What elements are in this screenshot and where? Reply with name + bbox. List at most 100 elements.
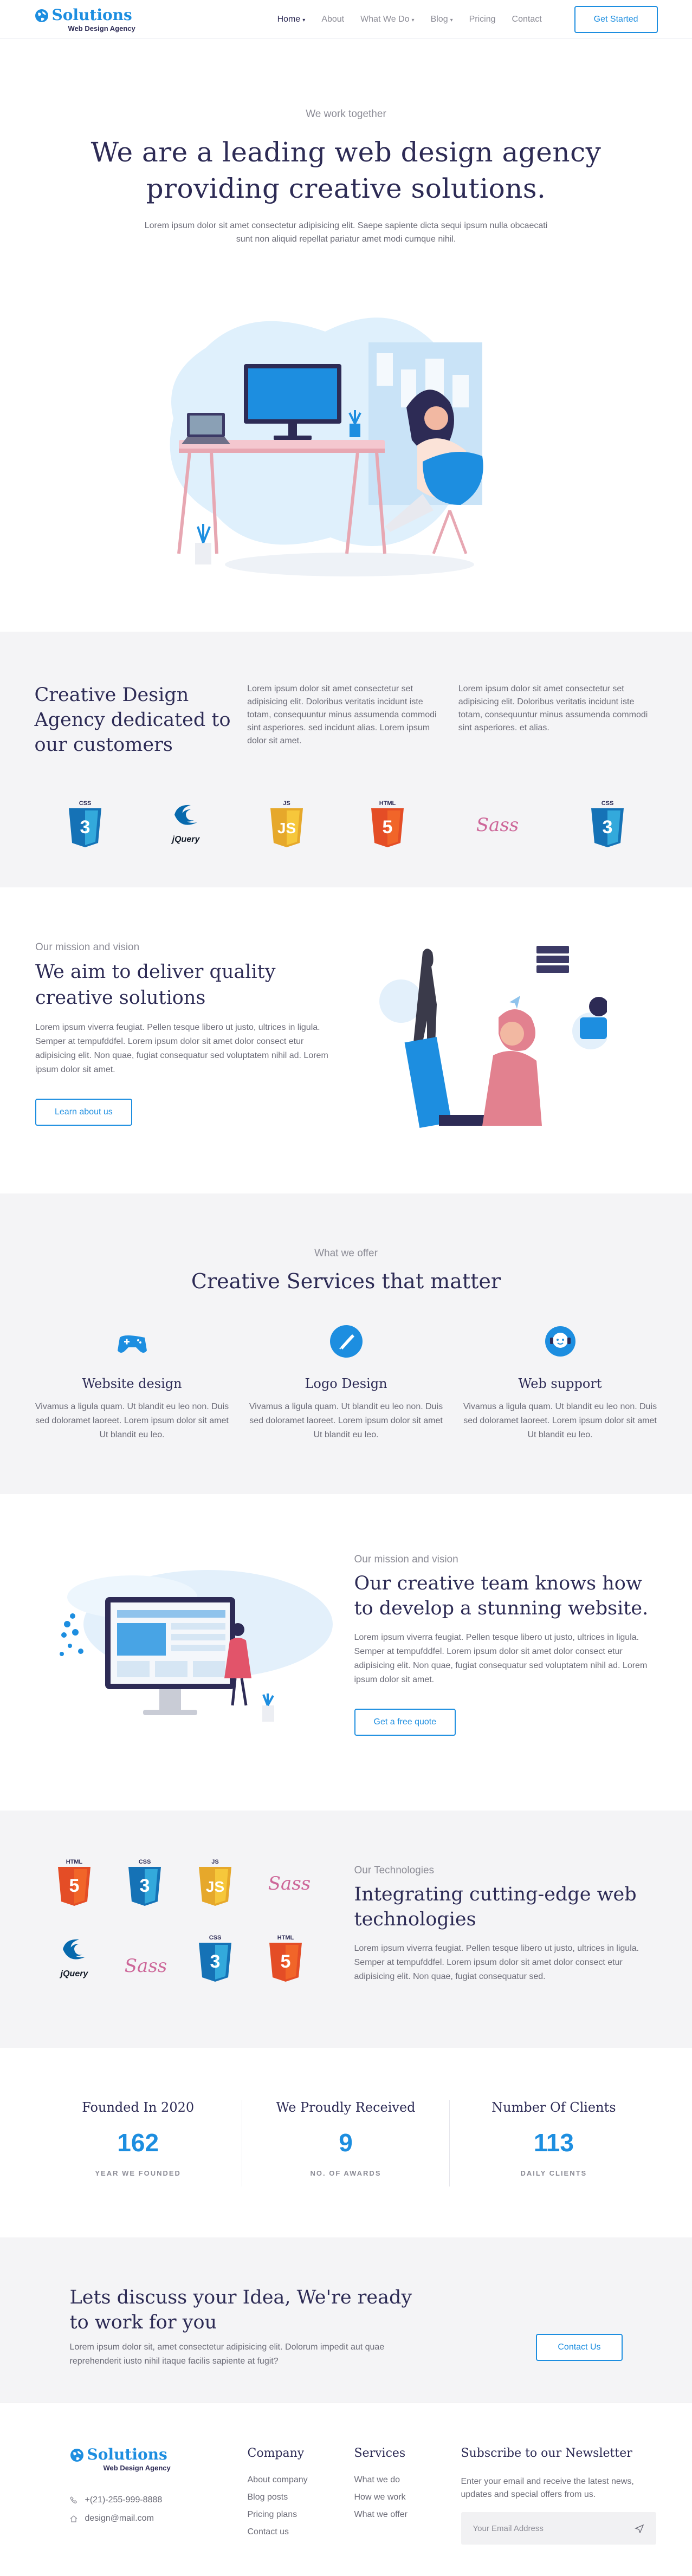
footer-company-column: Company About company Blog posts Pricing… <box>248 2447 308 2545</box>
contact-us-button[interactable]: Contact Us <box>536 2334 623 2361</box>
gamepad-icon <box>117 1335 147 1353</box>
send-icon[interactable] <box>634 2523 644 2533</box>
nav-item-contact[interactable]: Contact <box>512 15 542 24</box>
footer-link-pricing-plans[interactable]: Pricing plans <box>248 2510 308 2520</box>
hero-title-line1: We are a leading web design agency <box>90 137 602 168</box>
stats-section: Founded In 2020 162 YEAR WE FOUNDED We P… <box>0 2048 692 2237</box>
footer-link-contact-us[interactable]: Contact us <box>248 2527 308 2537</box>
footer-email[interactable]: design@mail.com <box>70 2514 163 2523</box>
footer-column-title: Services <box>354 2447 406 2460</box>
footer-link-about-company[interactable]: About company <box>248 2475 308 2485</box>
home-icon <box>70 2515 77 2522</box>
stat-awards: We Proudly Received 9 NO. OF AWARDS <box>242 2100 450 2186</box>
chevron-down-icon: ▾ <box>450 17 453 23</box>
services-section: What we offer Creative Services that mat… <box>0 1193 692 1494</box>
footer-phone[interactable]: +(21)-255-999-8888 <box>69 2495 162 2505</box>
agency-title: Creative Design Agency dedicated to our … <box>34 684 231 756</box>
brand-name: Solutions <box>51 5 132 24</box>
nav-item-about[interactable]: About <box>321 15 344 24</box>
footer-link-how-we-work[interactable]: How we work <box>354 2493 408 2502</box>
agency-text-1: Lorem ipsum dolor sit amet consectetur s… <box>247 684 437 745</box>
brand-name: Solutions <box>87 2445 167 2463</box>
stat-title: Number Of Clients <box>491 2100 616 2115</box>
css3-logo-icon: CSS 3 <box>591 800 624 847</box>
logo-design-icon <box>329 1325 363 1358</box>
technologies-title-line2: technologies <box>354 1909 476 1930</box>
svg-text:3: 3 <box>210 1951 220 1972</box>
technologies-section: HTML 5 CSS 3 JS JS Sass jQuery Sass CSS … <box>0 1811 692 2048</box>
team-text-block: Our mission and vision Our creative team… <box>354 1554 658 1736</box>
html5-logo-icon: HTML 5 <box>57 1859 90 1906</box>
free-quote-button[interactable]: Get a free quote <box>354 1709 456 1736</box>
svg-text:3: 3 <box>602 817 612 838</box>
hero-title: We are a leading web design agency provi… <box>0 134 692 207</box>
learn-about-us-button[interactable]: Learn about us <box>35 1099 132 1126</box>
nav-item-label: Contact <box>512 15 542 24</box>
get-started-button[interactable]: Get Started <box>574 6 658 33</box>
stat-value: 162 <box>117 2129 159 2157</box>
css-logo-label: CSS <box>209 1935 221 1941</box>
team-title-line2: to develop a stunning website. <box>354 1598 649 1619</box>
footer-link-what-we-offer[interactable]: What we offer <box>354 2510 408 2520</box>
css-logo-label: CSS <box>601 800 613 807</box>
mission-title-line1: We aim to deliver quality <box>35 961 276 983</box>
footer-services-column: Services What we do How we work What we … <box>354 2447 408 2527</box>
agency-text-2: Lorem ipsum dolor sit amet consectetur s… <box>458 684 648 732</box>
footer-logo[interactable]: Solutions Web Design Agency <box>70 2447 171 2472</box>
newsletter-text: Enter your email and receive the latest … <box>461 2477 634 2499</box>
css3-logo-icon: CSS 3 <box>68 800 101 847</box>
footer-contacts: +(21)-255-999-8888 design@mail.com <box>69 2495 163 2532</box>
hero-section: We work together We are a leading web de… <box>0 39 692 632</box>
team-title: Our creative team knows how to develop a… <box>354 1571 658 1621</box>
jquery-logo-icon: jQuery <box>59 1939 88 1978</box>
cta-text: Lorem ipsum dolor sit, amet consectetur … <box>69 2343 385 2366</box>
headset-support-icon <box>545 1326 575 1357</box>
newsletter-email-input[interactable]: Your Email Address <box>461 2512 656 2545</box>
site-footer: Solutions Web Design Agency +(21)-255-99… <box>0 2403 692 2576</box>
svg-text:3: 3 <box>80 817 90 838</box>
js-logo-icon: JS JS <box>270 800 303 847</box>
technologies-text: Lorem ipsum viverra feugiat. Pellen tesq… <box>354 1944 639 1981</box>
nav-item-home[interactable]: Home ▾ <box>277 15 306 24</box>
svg-text:JS: JS <box>205 1878 224 1895</box>
sass-logo-label: Sass <box>476 814 518 836</box>
footer-link-blog-posts[interactable]: Blog posts <box>248 2493 308 2502</box>
service-card: Web support Vivamus a ligula quam. Ut bl… <box>463 1323 658 1442</box>
html5-logo-icon: HTML 5 <box>269 1935 302 1982</box>
team-eyebrow: Our mission and vision <box>354 1554 458 1565</box>
sass-logo-label: Sass <box>124 1955 166 1977</box>
website-illustration <box>59 1570 333 1722</box>
service-text: Vivamus a ligula quam. Ut blandit eu leo… <box>463 1402 657 1439</box>
html-logo-label: HTML <box>379 800 396 807</box>
svg-text:JS: JS <box>277 820 295 836</box>
hero-text: Lorem ipsum dolor sit amet consectetur a… <box>144 221 548 244</box>
brand-logo[interactable]: Solutions Web Design Agency <box>35 7 135 33</box>
technologies-logo-grid: HTML 5 CSS 3 JS JS Sass jQuery Sass CSS … <box>57 1859 311 1982</box>
nav-item-pricing[interactable]: Pricing <box>469 15 496 24</box>
sass-logo-label: Sass <box>268 1873 310 1894</box>
nav-item-what-we-do[interactable]: What We Do ▾ <box>360 15 414 24</box>
hero-eyebrow: We work together <box>306 108 386 120</box>
mission-eyebrow: Our mission and vision <box>35 942 140 953</box>
technologies-title: Integrating cutting-edge web technologie… <box>354 1882 658 1932</box>
stat-title: Founded In 2020 <box>82 2100 195 2115</box>
stat-value: 113 <box>533 2129 574 2157</box>
jquery-logo-icon: jQuery <box>171 804 200 844</box>
main-nav: Home ▾ About What We Do ▾ Blog ▾ Pricing Co… <box>277 6 658 33</box>
html-logo-label: HTML <box>277 1935 294 1941</box>
css3-logo-icon: CSS 3 <box>128 1859 161 1906</box>
email-address: design@mail.com <box>85 2514 154 2523</box>
chevron-down-icon: ▾ <box>302 17 306 23</box>
service-text: Vivamus a ligula quam. Ut blandit eu leo… <box>35 1402 229 1439</box>
stat-caption: NO. OF AWARDS <box>310 2169 381 2177</box>
technologies-eyebrow: Our Technologies <box>354 1865 435 1876</box>
nav-item-blog[interactable]: Blog ▾ <box>431 15 453 24</box>
service-title: Website design <box>82 1376 182 1391</box>
globe-icon <box>70 2449 83 2462</box>
mission-section: Our mission and vision We aim to deliver… <box>0 887 692 1193</box>
footer-link-what-we-do[interactable]: What we do <box>354 2475 408 2485</box>
nav-item-label: Blog <box>430 15 448 24</box>
cta-title-line1: Lets discuss your Idea, We're ready <box>69 2287 412 2308</box>
html5-logo-icon: HTML 5 <box>371 800 404 847</box>
technologies-title-line1: Integrating cutting-edge web <box>354 1884 637 1905</box>
